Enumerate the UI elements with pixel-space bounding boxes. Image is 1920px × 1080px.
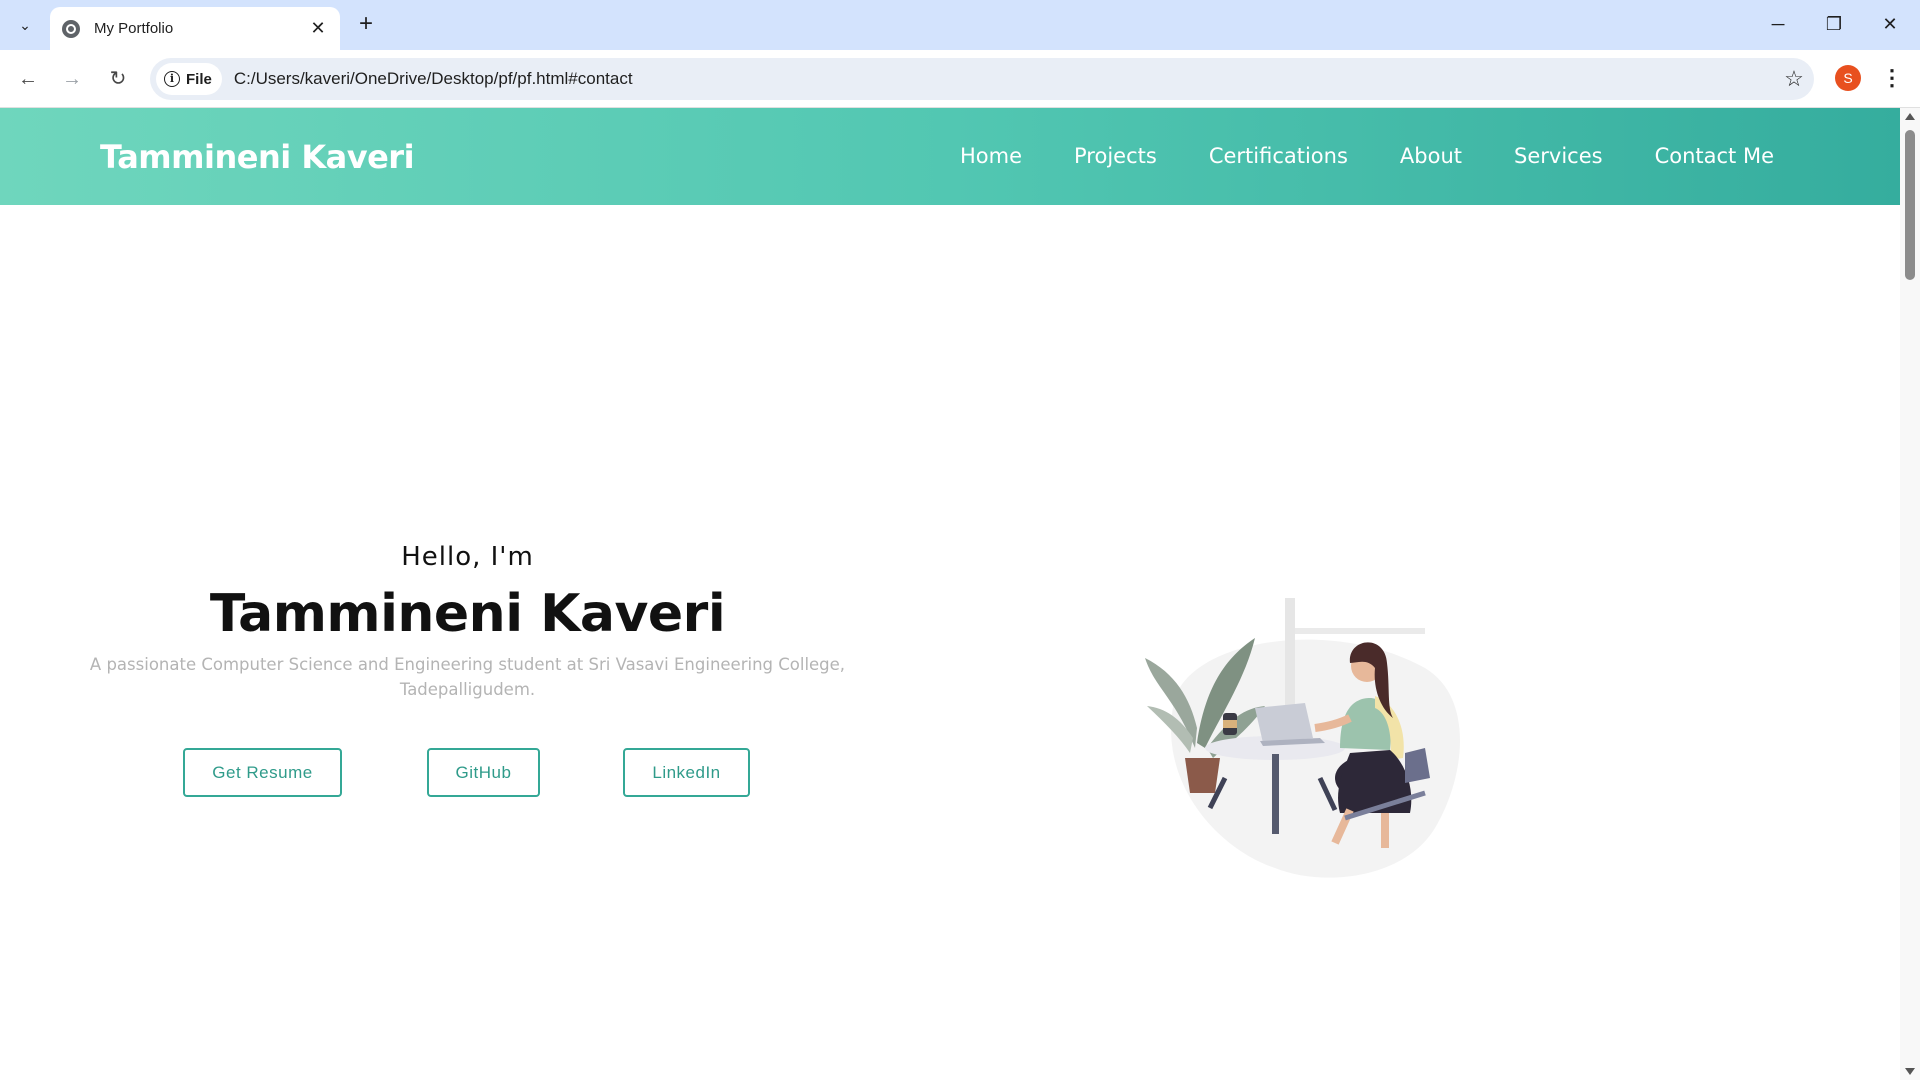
browser-toolbar: ← → ↻ i File C:/Users/kaveri/OneDrive/De…: [0, 50, 1920, 108]
nav-certifications[interactable]: Certifications: [1209, 144, 1348, 168]
tab-close-icon[interactable]: ✕: [308, 18, 328, 39]
nav-home[interactable]: Home: [960, 144, 1022, 168]
nav-about[interactable]: About: [1400, 144, 1462, 168]
url-text[interactable]: C:/Users/kaveri/OneDrive/Desktop/pf/pf.h…: [234, 69, 1774, 89]
browser-menu-icon[interactable]: ⋮: [1880, 63, 1904, 93]
site-info-label: File: [186, 70, 212, 88]
forward-arrow-icon[interactable]: →: [57, 64, 87, 94]
site-info-chip[interactable]: i File: [156, 63, 222, 95]
linkedin-button[interactable]: LinkedIn: [623, 748, 750, 797]
scroll-up-arrow-icon[interactable]: [1905, 113, 1915, 120]
profile-avatar[interactable]: S: [1835, 65, 1861, 91]
tab-strip: ⌄ My Portfolio ✕ + ─ ❐ ✕: [0, 0, 1920, 50]
page-scrollbar[interactable]: [1900, 108, 1920, 1080]
back-arrow-icon[interactable]: ←: [13, 64, 43, 94]
site-navbar: Tammineni Kaveri Home Projects Certifica…: [0, 108, 1900, 205]
minimize-icon[interactable]: ─: [1755, 8, 1801, 40]
scroll-down-arrow-icon[interactable]: [1905, 1068, 1915, 1075]
hero-greeting: Hello, I'm: [401, 542, 534, 572]
globe-icon: [62, 19, 80, 38]
get-resume-button[interactable]: Get Resume: [183, 748, 342, 797]
hero-illustration: [1145, 598, 1460, 878]
nav-contact[interactable]: Contact Me: [1655, 144, 1774, 168]
close-window-icon[interactable]: ✕: [1867, 8, 1913, 40]
tab-search-chevron-icon[interactable]: ⌄: [10, 12, 40, 38]
hero-text: Hello, I'm Tammineni Kaveri A passionate…: [80, 542, 855, 702]
tab-title: My Portfolio: [94, 20, 174, 37]
hero-description: A passionate Computer Science and Engine…: [89, 655, 846, 699]
site-brand[interactable]: Tammineni Kaveri: [100, 138, 415, 176]
restore-icon[interactable]: ❐: [1811, 8, 1857, 40]
github-button[interactable]: GitHub: [427, 748, 540, 797]
page-viewport: Tammineni Kaveri Home Projects Certifica…: [0, 108, 1920, 1080]
new-tab-button[interactable]: +: [352, 11, 380, 39]
info-icon: i: [164, 71, 180, 87]
nav-projects[interactable]: Projects: [1074, 144, 1157, 168]
nav-services[interactable]: Services: [1514, 144, 1603, 168]
address-bar[interactable]: i File C:/Users/kaveri/OneDrive/Desktop/…: [150, 58, 1814, 100]
nav-links: Home Projects Certifications About Servi…: [960, 144, 1774, 168]
bookmark-star-icon[interactable]: ☆: [1774, 66, 1814, 92]
reload-icon[interactable]: ↻: [103, 64, 133, 94]
scroll-thumb[interactable]: [1905, 130, 1915, 280]
browser-tab[interactable]: My Portfolio ✕: [50, 7, 340, 50]
hero-name: Tammineni Kaveri: [209, 584, 726, 644]
